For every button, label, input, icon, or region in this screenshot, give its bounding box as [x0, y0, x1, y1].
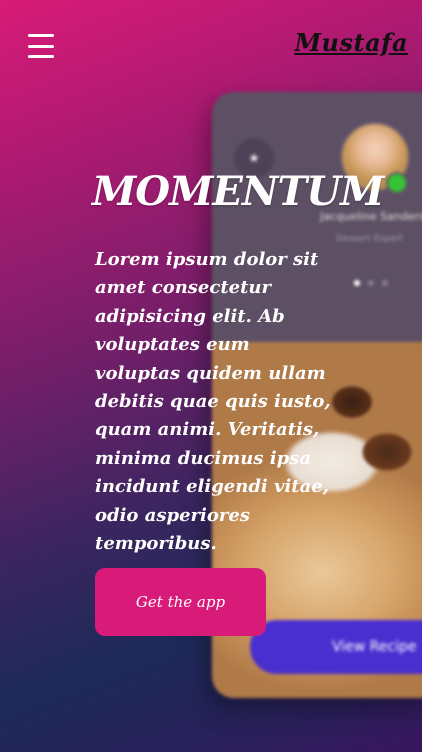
hero-description: Lorem ipsum dolor sit amet consectetur a… — [95, 249, 331, 555]
get-the-app-button[interactable]: Get the app — [95, 568, 266, 636]
online-status-dot — [386, 172, 408, 194]
carousel-dot — [354, 280, 360, 286]
brand-logo[interactable]: Mustafa — [294, 28, 408, 57]
carousel-dot — [382, 280, 388, 286]
hero-title: MOMENTUM — [92, 168, 384, 215]
carousel-dot — [368, 280, 374, 286]
view-recipe-button: View Recipe — [250, 620, 422, 674]
menu-bar — [28, 55, 54, 58]
menu-bar — [28, 34, 54, 37]
hamburger-menu-icon[interactable] — [28, 34, 54, 58]
carousel-dots — [354, 280, 388, 286]
menu-bar — [28, 44, 54, 48]
chef-role: Dessert Expert — [336, 234, 403, 244]
